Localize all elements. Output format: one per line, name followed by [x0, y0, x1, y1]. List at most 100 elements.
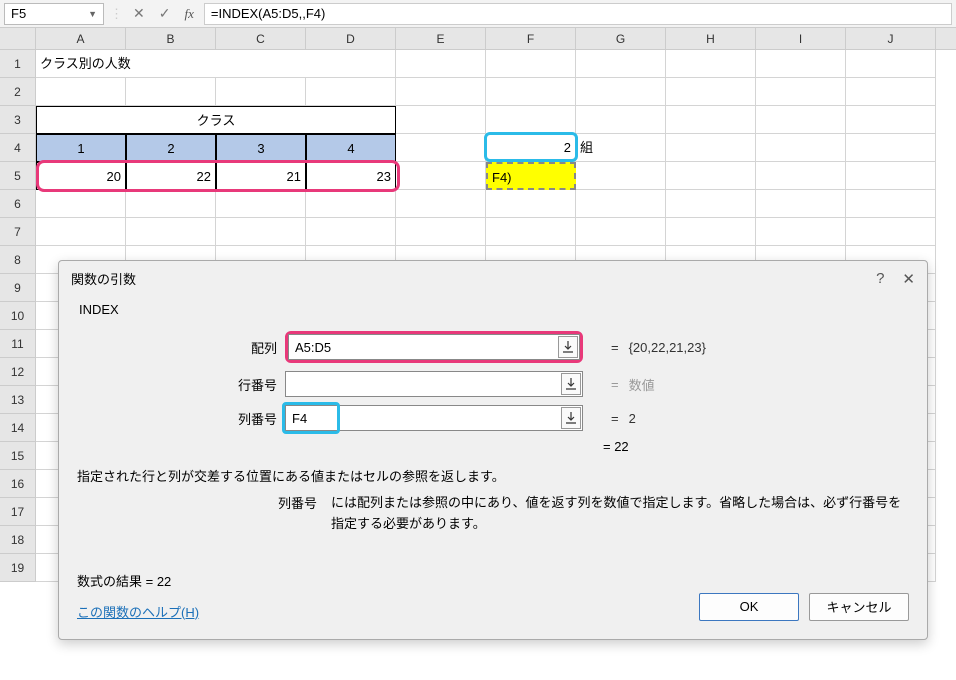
cell-C4[interactable]: 3 — [216, 134, 306, 162]
cell[interactable] — [396, 106, 486, 134]
cell[interactable] — [576, 106, 666, 134]
cell[interactable] — [756, 162, 846, 190]
row-header[interactable]: 17 — [0, 498, 36, 526]
cell[interactable] — [756, 50, 846, 78]
row-header[interactable]: 2 — [0, 78, 36, 106]
cell[interactable] — [666, 162, 756, 190]
col-header-A[interactable]: A — [36, 28, 126, 49]
row-header[interactable]: 16 — [0, 470, 36, 498]
cell-D4[interactable]: 4 — [306, 134, 396, 162]
cell[interactable] — [216, 78, 306, 106]
cell-C5[interactable]: 21 — [216, 162, 306, 190]
close-icon[interactable]: ✕ — [902, 270, 915, 288]
row-header[interactable]: 15 — [0, 442, 36, 470]
cell[interactable] — [486, 218, 576, 246]
arg-array-input[interactable] — [288, 334, 580, 360]
confirm-icon[interactable]: ✓ — [155, 5, 175, 22]
cell[interactable] — [306, 78, 396, 106]
cell-B4[interactable]: 2 — [126, 134, 216, 162]
row-header[interactable]: 12 — [0, 358, 36, 386]
cell[interactable] — [396, 134, 486, 162]
cell[interactable] — [36, 190, 126, 218]
col-header-I[interactable]: I — [756, 28, 846, 49]
row-header[interactable]: 9 — [0, 274, 36, 302]
cell[interactable] — [36, 218, 126, 246]
cell[interactable] — [846, 162, 936, 190]
ok-button[interactable]: OK — [699, 593, 799, 621]
row-header[interactable]: 3 — [0, 106, 36, 134]
row-header[interactable]: 10 — [0, 302, 36, 330]
col-header-E[interactable]: E — [396, 28, 486, 49]
cell[interactable] — [576, 78, 666, 106]
cell[interactable] — [756, 134, 846, 162]
cell[interactable] — [396, 190, 486, 218]
cell-A1[interactable]: クラス別の人数 — [36, 50, 396, 78]
row-header[interactable]: 6 — [0, 190, 36, 218]
cell[interactable] — [396, 162, 486, 190]
cell[interactable] — [486, 106, 576, 134]
cell[interactable] — [396, 50, 486, 78]
row-header[interactable]: 19 — [0, 554, 36, 582]
cell[interactable] — [846, 78, 936, 106]
col-header-F[interactable]: F — [486, 28, 576, 49]
arg-row-input[interactable] — [285, 371, 583, 397]
chevron-down-icon[interactable]: ▼ — [88, 9, 97, 19]
row-header[interactable]: 14 — [0, 414, 36, 442]
cell[interactable] — [36, 78, 126, 106]
row-header[interactable]: 11 — [0, 330, 36, 358]
cell[interactable] — [846, 50, 936, 78]
cell[interactable] — [306, 218, 396, 246]
cell[interactable] — [666, 218, 756, 246]
cell-G4[interactable]: 組 — [576, 134, 666, 162]
cell[interactable] — [576, 162, 666, 190]
cell[interactable] — [126, 190, 216, 218]
row-header[interactable]: 8 — [0, 246, 36, 274]
range-select-icon[interactable] — [561, 373, 581, 395]
cell[interactable] — [846, 106, 936, 134]
cell[interactable] — [126, 78, 216, 106]
row-header[interactable]: 1 — [0, 50, 36, 78]
row-header[interactable]: 4 — [0, 134, 36, 162]
cell[interactable] — [666, 78, 756, 106]
cell[interactable] — [486, 50, 576, 78]
cell[interactable] — [756, 78, 846, 106]
cancel-icon[interactable]: ✕ — [129, 5, 149, 22]
select-all-corner[interactable] — [0, 28, 36, 49]
col-header-G[interactable]: G — [576, 28, 666, 49]
row-header[interactable]: 13 — [0, 386, 36, 414]
help-link[interactable]: この関数のヘルプ(H) — [77, 605, 199, 620]
cell[interactable] — [396, 78, 486, 106]
cell[interactable] — [846, 190, 936, 218]
row-header[interactable]: 18 — [0, 526, 36, 554]
cell-F4[interactable]: 2 — [486, 134, 576, 162]
cell[interactable] — [666, 134, 756, 162]
cell-D5[interactable]: 23 — [306, 162, 396, 190]
row-header[interactable]: 7 — [0, 218, 36, 246]
cell-F5[interactable]: F4) — [486, 162, 576, 190]
col-header-D[interactable]: D — [306, 28, 396, 49]
formula-input[interactable]: =INDEX(A5:D5,,F4) — [204, 3, 952, 25]
cell[interactable] — [666, 106, 756, 134]
cell-A5[interactable]: 20 — [36, 162, 126, 190]
cell[interactable] — [486, 78, 576, 106]
cell-A4[interactable]: 1 — [36, 134, 126, 162]
cell[interactable] — [126, 218, 216, 246]
range-select-icon[interactable] — [561, 407, 581, 429]
name-box[interactable]: F5 ▼ — [4, 3, 104, 25]
help-icon[interactable]: ? — [876, 270, 884, 288]
cell[interactable] — [846, 134, 936, 162]
cell[interactable] — [576, 50, 666, 78]
cell[interactable] — [846, 218, 936, 246]
cell[interactable] — [576, 190, 666, 218]
cell[interactable] — [576, 218, 666, 246]
cell[interactable] — [666, 50, 756, 78]
cell-B5[interactable]: 22 — [126, 162, 216, 190]
cell[interactable] — [216, 190, 306, 218]
cell-merged-class[interactable]: クラス — [36, 106, 396, 134]
cell[interactable] — [756, 218, 846, 246]
cancel-button[interactable]: キャンセル — [809, 593, 909, 621]
cell[interactable] — [216, 218, 306, 246]
cell[interactable] — [756, 106, 846, 134]
range-select-icon[interactable] — [558, 336, 578, 358]
fx-icon[interactable]: fx — [180, 6, 197, 22]
